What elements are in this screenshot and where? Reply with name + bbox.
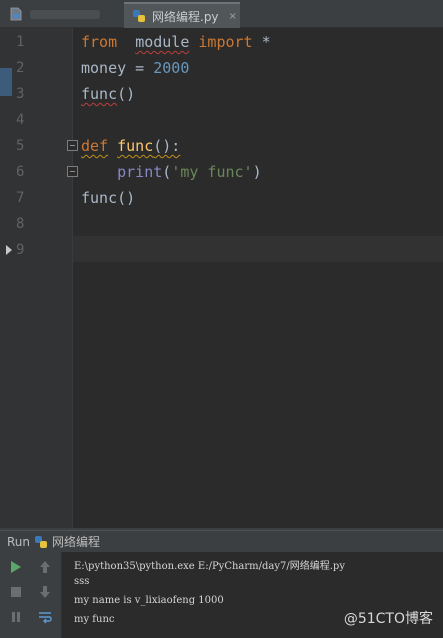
code-line[interactable]: from module import * <box>81 29 271 55</box>
line-number[interactable]: 7 <box>16 190 38 206</box>
fold-marker-icon[interactable] <box>67 140 78 151</box>
code-line[interactable]: func() <box>81 185 135 211</box>
line-number[interactable]: 1 <box>16 34 38 50</box>
line-number[interactable]: 9 <box>16 242 38 258</box>
code-token: () <box>117 85 136 103</box>
line-number[interactable]: 3 <box>16 86 38 102</box>
soft-wrap-button[interactable] <box>34 606 56 628</box>
console-line: E:\python35\python.exe E:/PyCharm/day7/网… <box>74 561 345 572</box>
tab-previous-file[interactable] <box>0 0 120 28</box>
code-area[interactable]: from module import * money = 2000 func() de… <box>81 28 443 528</box>
code-token: 'my func' <box>171 163 253 181</box>
line-number[interactable]: 5 <box>16 138 38 154</box>
watermark: @51CTO博客 <box>343 611 433 627</box>
python-icon <box>35 535 48 548</box>
line-number[interactable]: 4 <box>16 112 38 128</box>
rerun-button[interactable] <box>5 556 27 578</box>
run-panel-header: Run 网络编程 <box>0 530 443 552</box>
code-token: * <box>252 33 271 51</box>
code-token: money <box>81 59 127 77</box>
pause-button[interactable] <box>5 606 27 628</box>
code-line[interactable]: print('my func') <box>81 159 262 185</box>
line-number[interactable]: 6 <box>16 164 38 180</box>
console-line: my name is v_lixiaofeng 1000 <box>74 595 224 606</box>
code-token: ) <box>252 163 262 181</box>
console-line: sss <box>74 576 90 587</box>
python-file-icon <box>133 10 145 22</box>
code-token: module <box>135 33 190 51</box>
code-token: 2000 <box>153 59 190 77</box>
console-line: my func <box>74 614 115 625</box>
line-number[interactable]: 2 <box>16 60 38 76</box>
code-token: func <box>81 189 118 207</box>
code-editor[interactable]: 123456789 from module import * money = 20… <box>6 28 443 528</box>
code-token: from <box>81 33 118 51</box>
soft-wrap-icon <box>39 612 52 624</box>
line-number-gutter[interactable]: 1 2 3 4 5 6 7 8 9 <box>6 28 78 528</box>
down-arrow-icon <box>40 586 50 598</box>
line-number[interactable]: 8 <box>16 216 38 232</box>
code-token: () <box>117 189 136 207</box>
code-token: (): <box>153 137 181 155</box>
code-token: print <box>117 163 163 181</box>
up-arrow-icon <box>40 561 50 573</box>
blurred-tab-label <box>30 10 100 19</box>
fold-marker-icon[interactable] <box>67 166 78 177</box>
close-icon[interactable]: × <box>229 11 237 22</box>
pause-icon <box>12 612 20 622</box>
play-icon <box>11 561 21 573</box>
run-config-name: 网络编程 <box>52 535 101 549</box>
scroll-down-button[interactable] <box>34 581 56 603</box>
code-line[interactable]: def func(): <box>81 133 180 159</box>
run-panel-title: Run <box>7 534 31 549</box>
run-toolbar <box>0 552 62 638</box>
code-line[interactable]: money = 2000 <box>81 55 189 81</box>
left-tool-strip <box>0 28 12 536</box>
caret-marker-icon <box>6 245 12 255</box>
scroll-up-button[interactable] <box>34 556 56 578</box>
stop-icon <box>11 587 21 597</box>
python-file-icon <box>10 7 22 21</box>
tool-strip-marker[interactable] <box>0 68 12 96</box>
tab-label: 网络编程.py <box>152 9 219 24</box>
code-token: ( <box>162 163 172 181</box>
code-token: def <box>81 137 109 155</box>
code-token: = <box>126 59 154 77</box>
code-token: func <box>117 137 154 155</box>
tab-active-file[interactable]: 网络编程.py × <box>124 2 240 28</box>
stop-button[interactable] <box>5 581 27 603</box>
code-token: import <box>198 33 253 51</box>
editor-tab-bar: 网络编程.py × <box>0 0 443 28</box>
code-token: func <box>81 85 118 103</box>
code-line[interactable]: func() <box>81 81 135 107</box>
